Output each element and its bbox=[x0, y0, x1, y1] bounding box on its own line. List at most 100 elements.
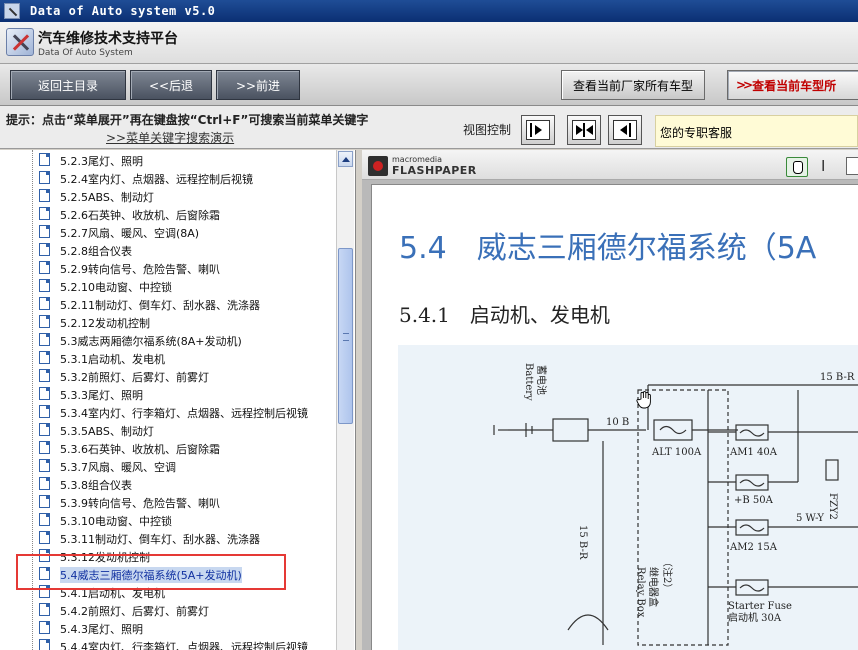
scroll-thumb[interactable] bbox=[338, 248, 353, 424]
wiring-diagram: 蓄电池 Battery 10 B 15 B-R 15 B-R ALT 100A … bbox=[398, 345, 858, 650]
tree-item[interactable]: 5.3.9转向信号、危险告警、喇叭 bbox=[0, 493, 336, 511]
document-viewer: macromedia FLASHPAPER I 5.4 威志三厢德尔福系统（5A… bbox=[362, 150, 858, 650]
tree-item-label: 5.3.2前照灯、后雾灯、前雾灯 bbox=[60, 371, 209, 384]
am2-fuse-label: AM2 15A bbox=[729, 542, 778, 553]
view-split-button[interactable] bbox=[567, 115, 601, 145]
tree-item-label: 5.2.6石英钟、收放机、后窗除霜 bbox=[60, 209, 220, 222]
starter-fuse-cn-label: 启动机 30A bbox=[728, 611, 782, 624]
flashpaper-vendor: macromedia bbox=[392, 155, 443, 164]
tree-item[interactable]: 5.2.12发动机控制 bbox=[0, 313, 336, 331]
arrow-left-icon bbox=[613, 120, 637, 140]
text-select-icon[interactable]: I bbox=[821, 157, 825, 175]
tree-item-label: 5.3.5ABS、制动灯 bbox=[60, 425, 154, 438]
document-icon bbox=[39, 495, 50, 508]
current-models-label: 查看当前车型所 bbox=[752, 78, 837, 93]
tools-logo-icon bbox=[6, 28, 34, 56]
search-tip: 提示：点击“菜单展开”再在键盘按“Ctrl+F”可搜索当前菜单关键字 bbox=[6, 113, 369, 127]
view-expand-left-button[interactable] bbox=[608, 115, 642, 145]
tree-item[interactable]: 5.3.8组合仪表 bbox=[0, 475, 336, 493]
app-icon bbox=[4, 3, 20, 19]
tree-item[interactable]: 5.2.8组合仪表 bbox=[0, 241, 336, 259]
subsection-title: 5.4.1 启动机、发电机 bbox=[399, 303, 610, 327]
fzy2-label: FZY2 bbox=[827, 493, 838, 520]
tree-item-label: 5.2.5ABS、制动灯 bbox=[60, 191, 154, 204]
tree-item[interactable]: 5.3.3尾灯、照明 bbox=[0, 385, 336, 403]
document-icon bbox=[39, 621, 50, 634]
all-models-button[interactable]: 查看当前厂家所有车型 bbox=[561, 70, 705, 100]
relay-note-label: （注2） bbox=[661, 557, 674, 593]
tree-item[interactable]: 5.2.7风扇、暖风、空调(8A) bbox=[0, 223, 336, 241]
document-icon bbox=[39, 459, 50, 472]
view-expand-right-button[interactable] bbox=[521, 115, 555, 145]
tree-item[interactable]: 5.3威志两厢德尔福系统(8A+发动机) bbox=[0, 331, 336, 349]
document-icon bbox=[39, 513, 50, 526]
current-models-button[interactable]: >> 查看当前车型所 bbox=[727, 70, 858, 100]
tree-item-label: 5.3.8组合仪表 bbox=[60, 479, 132, 492]
tree-item[interactable]: 5.2.5ABS、制动灯 bbox=[0, 187, 336, 205]
tree-item[interactable]: 5.3.10电动窗、中控锁 bbox=[0, 511, 336, 529]
document-icon bbox=[39, 423, 50, 436]
hand-cursor-icon bbox=[636, 391, 651, 409]
tree-item-label: 5.3.1启动机、发电机 bbox=[60, 353, 165, 366]
tree-item[interactable]: 5.4.4室内灯、行李箱灯、点烟器、远程控制后视镜 bbox=[0, 637, 336, 650]
document-icon bbox=[39, 441, 50, 454]
tree-item[interactable]: 5.3.2前照灯、后雾灯、前雾灯 bbox=[0, 367, 336, 385]
home-button[interactable]: 返回主目录 bbox=[10, 70, 126, 100]
tree-item-label: 5.2.11制动灯、倒车灯、刮水器、洗涤器 bbox=[60, 299, 260, 312]
document-icon bbox=[39, 369, 50, 382]
tree-item-label: 5.2.9转向信号、危险告警、喇叭 bbox=[60, 263, 220, 276]
tree-item[interactable]: 5.2.4室内灯、点烟器、远程控制后视镜 bbox=[0, 169, 336, 187]
tree-item[interactable]: 5.3.5ABS、制动灯 bbox=[0, 421, 336, 439]
tree-item[interactable]: 5.2.3尾灯、照明 bbox=[0, 151, 336, 169]
document-icon bbox=[39, 639, 50, 650]
document-icon bbox=[39, 531, 50, 544]
selection-highlight-box bbox=[16, 554, 286, 590]
tree-item[interactable]: 5.2.6石英钟、收放机、后窗除霜 bbox=[0, 205, 336, 223]
tree-item-label: 5.4.4室内灯、行李箱灯、点烟器、远程控制后视镜 bbox=[60, 641, 308, 650]
hand-tool-icon[interactable] bbox=[786, 157, 808, 177]
b50-fuse-label: +B 50A bbox=[734, 495, 774, 506]
scroll-up-icon[interactable] bbox=[338, 151, 353, 167]
tip-bar: 提示：点击“菜单展开”再在键盘按“Ctrl+F”可搜索当前菜单关键字 >>菜单关… bbox=[0, 106, 858, 149]
document-icon bbox=[39, 153, 50, 166]
wire-15br-side-label: 15 B-R bbox=[577, 525, 588, 560]
tree-item[interactable]: 5.3.1启动机、发电机 bbox=[0, 349, 336, 367]
tree-item-label: 5.2.4室内灯、点烟器、远程控制后视镜 bbox=[60, 173, 253, 186]
tree-item-label: 5.3威志两厢德尔福系统(8A+发动机) bbox=[60, 335, 242, 348]
tree-item[interactable]: 5.3.4室内灯、行李箱灯、点烟器、远程控制后视镜 bbox=[0, 403, 336, 421]
tree-item-label: 5.2.12发动机控制 bbox=[60, 317, 150, 330]
tree-item[interactable]: 5.3.7风扇、暖风、空调 bbox=[0, 457, 336, 475]
tree-scrollbar[interactable] bbox=[336, 150, 354, 650]
select-tool-icon[interactable] bbox=[846, 157, 858, 175]
document-icon bbox=[39, 405, 50, 418]
document-icon bbox=[39, 297, 50, 310]
tree-item-label: 5.3.7风扇、暖风、空调 bbox=[60, 461, 176, 474]
brand-title: 汽车维修技术支持平台 bbox=[38, 31, 178, 47]
support-panel[interactable]: 您的专职客服 bbox=[655, 115, 858, 147]
split-arrows-icon bbox=[572, 120, 596, 140]
tree-item[interactable]: 5.3.6石英钟、收放机、后窗除霜 bbox=[0, 439, 336, 457]
tree-item-label: 5.3.11制动灯、倒车灯、刮水器、洗涤器 bbox=[60, 533, 260, 546]
window-title: Data of Auto system v5.0 bbox=[30, 4, 216, 18]
battery-en-label: Battery bbox=[523, 363, 534, 401]
view-control-label: 视图控制 bbox=[463, 123, 512, 137]
search-demo-link[interactable]: >>菜单关键字搜索演示 bbox=[106, 129, 234, 146]
forward-button[interactable]: >>前进 bbox=[216, 70, 300, 100]
tree-item-label: 5.3.4室内灯、行李箱灯、点烟器、远程控制后视镜 bbox=[60, 407, 308, 420]
document-page[interactable]: 5.4 威志三厢德尔福系统（5A 5.4.1 启动机、发电机 蓄电池 Batte… bbox=[372, 185, 858, 650]
document-icon bbox=[39, 477, 50, 490]
tree-item[interactable]: 5.2.10电动窗、中控锁 bbox=[0, 277, 336, 295]
arrow-right-icon bbox=[526, 120, 550, 140]
back-button[interactable]: <<后退 bbox=[130, 70, 212, 100]
tree-item[interactable]: 5.3.11制动灯、倒车灯、刮水器、洗涤器 bbox=[0, 529, 336, 547]
tree-item-label: 5.4.3尾灯、照明 bbox=[60, 623, 143, 636]
tree-item[interactable]: 5.2.9转向信号、危险告警、喇叭 bbox=[0, 259, 336, 277]
tree-item[interactable]: 5.4.2前照灯、后雾灯、前雾灯 bbox=[0, 601, 336, 619]
starter-fuse-label: Starter Fuse bbox=[728, 601, 792, 612]
alt-fuse-label: ALT 100A bbox=[651, 447, 702, 458]
tree-item-label: 5.4.2前照灯、后雾灯、前雾灯 bbox=[60, 605, 209, 618]
tree-item[interactable]: 5.4.3尾灯、照明 bbox=[0, 619, 336, 637]
tree-item[interactable]: 5.2.11制动灯、倒车灯、刮水器、洗涤器 bbox=[0, 295, 336, 313]
main-toolbar: 返回主目录 <<后退 >>前进 查看当前厂家所有车型 >> 查看当前车型所 bbox=[0, 64, 858, 106]
tree-item-label: 5.2.7风扇、暖风、空调(8A) bbox=[60, 227, 200, 240]
